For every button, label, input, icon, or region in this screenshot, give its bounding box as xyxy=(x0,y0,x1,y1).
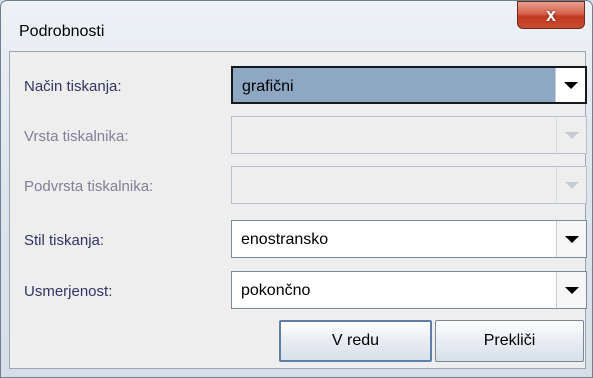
print-style-dropdown-button[interactable] xyxy=(556,221,586,257)
window-title: Podrobnosti xyxy=(19,23,105,40)
close-icon: x xyxy=(545,4,556,25)
cancel-button-label: Prekliči xyxy=(483,332,536,349)
orientation-dropdown-button[interactable] xyxy=(556,272,586,308)
orientation-combo[interactable]: pokončno xyxy=(231,271,587,309)
chevron-down-icon xyxy=(564,181,579,189)
print-mode-combo[interactable]: grafični xyxy=(231,66,587,104)
printer-subtype-combo xyxy=(231,166,587,204)
close-button[interactable]: x xyxy=(517,1,585,29)
printer-type-label: Vrsta tiskalnika: xyxy=(24,128,129,145)
orientation-label: Usmerjenost: xyxy=(24,283,113,300)
chevron-down-icon xyxy=(563,81,578,89)
ok-button[interactable]: V redu xyxy=(279,320,432,362)
orientation-value: pokončno xyxy=(241,282,311,299)
printer-type-combo xyxy=(231,116,587,154)
print-mode-value: grafični xyxy=(242,78,294,95)
print-style-value: enostransko xyxy=(241,231,329,248)
chevron-down-icon xyxy=(564,286,579,294)
chevron-down-icon xyxy=(564,235,579,243)
print-style-combo[interactable]: enostransko xyxy=(231,220,587,258)
cancel-button[interactable]: Prekliči xyxy=(435,320,584,362)
chevron-down-icon xyxy=(564,131,579,139)
printer-type-dropdown-button xyxy=(556,117,586,153)
print-style-label: Stil tiskanja: xyxy=(24,232,105,249)
print-mode-dropdown-button[interactable] xyxy=(555,68,585,102)
dialog-content: Način tiskanja: grafični Vrsta tiskalnik… xyxy=(9,51,587,369)
print-mode-label: Način tiskanja: xyxy=(24,78,122,95)
printer-subtype-dropdown-button xyxy=(556,167,586,203)
title-bar[interactable]: Podrobnosti x xyxy=(1,1,592,51)
printer-subtype-label: Podvrsta tiskalnika: xyxy=(24,178,154,195)
dialog-window: Podrobnosti x Način tiskanja: grafični V… xyxy=(0,0,593,378)
ok-button-label: V redu xyxy=(331,332,380,349)
